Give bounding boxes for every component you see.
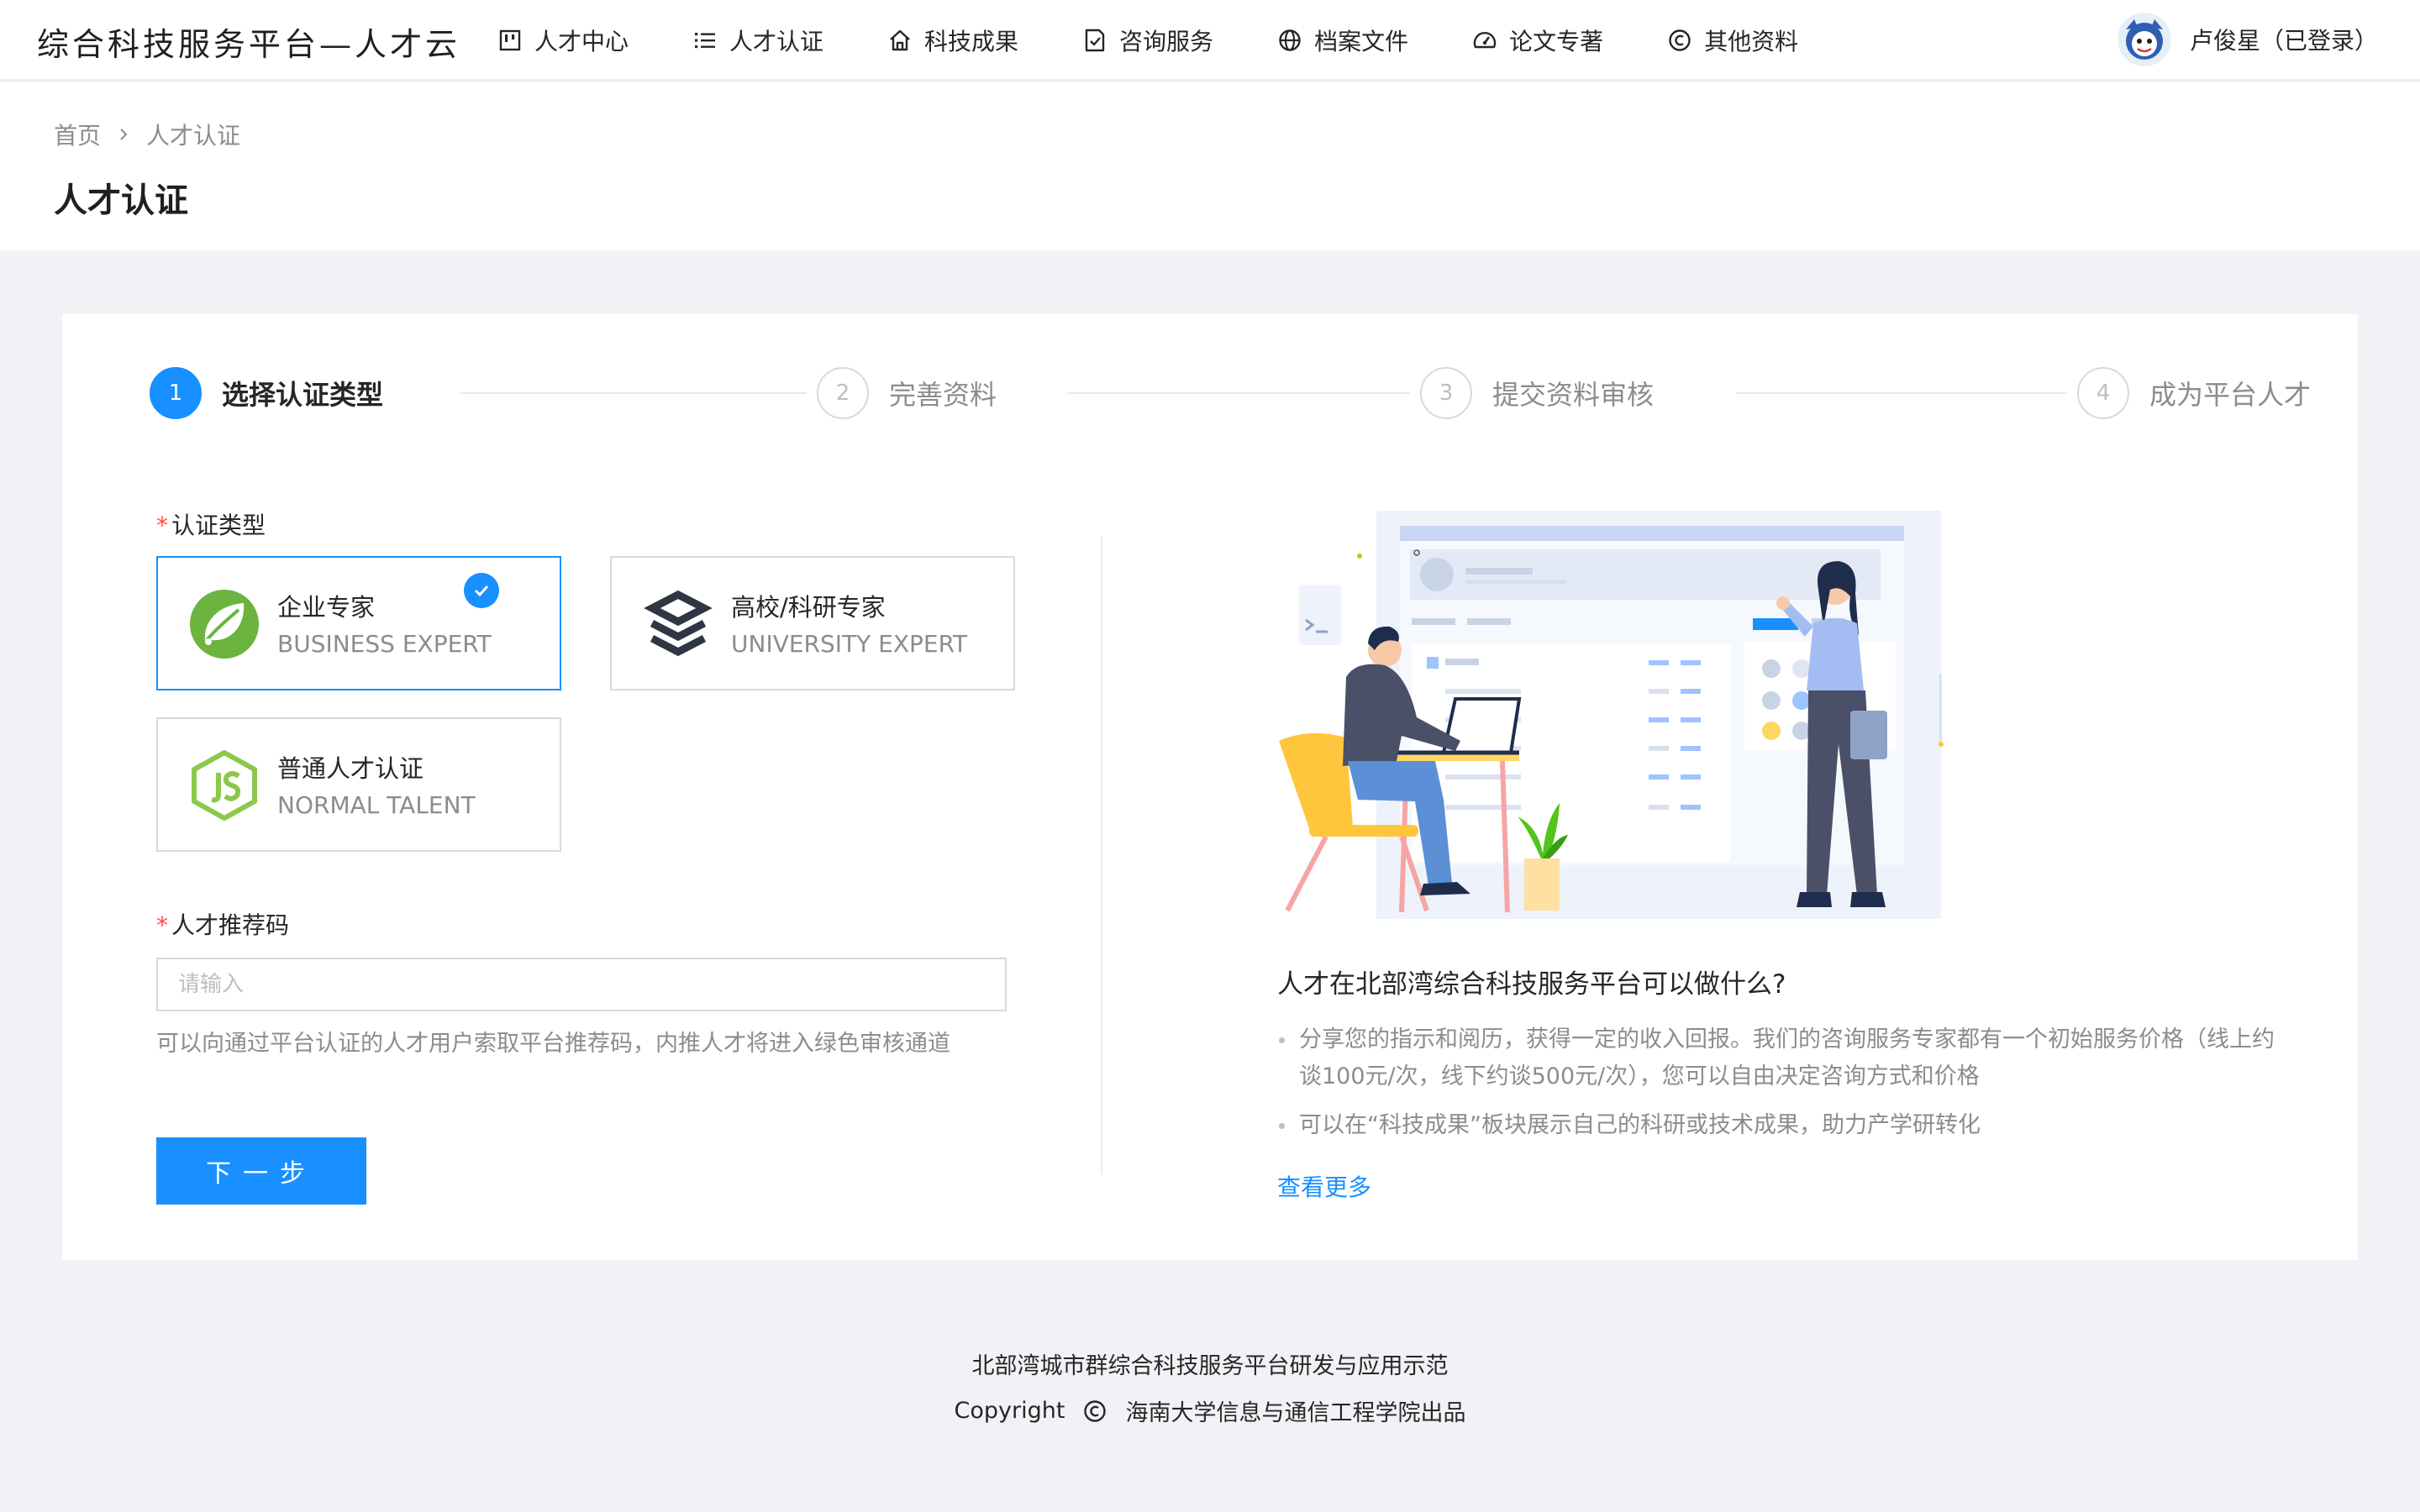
footer-project: 北部湾城市群综合科技服务平台研发与应用示范 — [971, 1353, 1449, 1379]
user-menu[interactable]: 卢俊星（已登录） — [2117, 12, 2378, 67]
nav-label: 科技成果 — [924, 28, 1019, 55]
info-title: 人才在北部湾综合科技服务平台可以做什么? — [1277, 969, 1786, 1000]
leaf-icon — [188, 588, 260, 660]
step-title: 选择认证类型 — [222, 379, 384, 411]
footer-copyright: Copyright 海南大学信息与通信工程学院出品 — [0, 1394, 2420, 1427]
step-1: 1 选择认证类型 — [150, 366, 404, 420]
nav-label: 论文专著 — [1509, 28, 1604, 55]
main-nav: 人才中心 人才认证 科技成果 咨询服务 档案文件 论文专著 其他资料 — [497, 0, 1798, 81]
globe-icon — [1277, 28, 1302, 53]
code-hint: 可以向通过平台认证的人才用户索取平台推荐码，内推人才将进入绿色审核通道 — [156, 1031, 950, 1057]
home-icon — [887, 28, 913, 53]
nav-label: 其他资料 — [1704, 28, 1799, 55]
breadcrumb: 首页 人才认证 — [54, 118, 240, 151]
checklist-icon — [1082, 28, 1107, 53]
type-card-university-expert[interactable]: 高校/科研专家 UNIVERSITY EXPERT — [610, 556, 1015, 690]
info-item: 分享您的指示和阅历，获得一定的收入回报。我们的咨询服务专家都有一个初始服务价格（… — [1277, 1021, 2286, 1095]
nav-item-talent-center[interactable]: 人才中心 — [497, 0, 629, 81]
nav-item-papers[interactable]: 论文专著 — [1472, 0, 1603, 81]
step-number: 1 — [150, 367, 202, 419]
step-number: 2 — [817, 367, 869, 419]
step-connector — [1736, 392, 2123, 394]
required-mark: * — [156, 911, 168, 939]
step-title: 完善资料 — [889, 379, 997, 411]
view-more-link[interactable]: 查看更多 — [1277, 1169, 1371, 1203]
nav-item-talent-cert[interactable]: 人才认证 — [692, 0, 823, 81]
info-list: 分享您的指示和阅历，获得一定的收入回报。我们的咨询服务专家都有一个初始服务价格（… — [1277, 1021, 2286, 1156]
top-navbar: 综合科技服务平台—人才云 人才中心 人才认证 科技成果 咨询服务 档案文件 论文… — [0, 0, 2420, 81]
vertical-divider — [1101, 536, 1102, 1174]
step-title: 成为平台人才 — [2149, 379, 2312, 411]
chevron-right-icon — [118, 127, 129, 142]
steps: 1 选择认证类型 2 完善资料 3 提交资料审核 4 成为平台人才 — [150, 366, 2360, 420]
copyright-text: Copyright — [954, 1398, 1065, 1424]
type-title: 企业专家 — [277, 593, 376, 622]
type-subtitle: BUSINESS EXPERT — [277, 630, 492, 658]
nav-item-achievements[interactable]: 科技成果 — [887, 0, 1018, 81]
next-button[interactable]: 下一步 — [156, 1137, 366, 1205]
footer-org: 海南大学信息与通信工程学院出品 — [1125, 1400, 1466, 1426]
nav-item-other[interactable]: 其他资料 — [1667, 0, 1798, 81]
type-label: * 认证类型 — [156, 512, 266, 539]
user-name: 卢俊星（已登录） — [2189, 27, 2378, 55]
page-title: 人才认证 — [54, 181, 188, 220]
nav-label: 人才中心 — [534, 28, 629, 55]
step-number: 4 — [2077, 367, 2129, 419]
step-2: 2 完善资料 — [807, 366, 1018, 420]
nav-label: 档案文件 — [1314, 28, 1409, 55]
step-3: 3 提交资料审核 — [1410, 366, 1675, 420]
step-title: 提交资料审核 — [1492, 379, 1655, 411]
referral-code-input[interactable] — [156, 958, 1007, 1011]
page-header: 首页 人才认证 人才认证 — [0, 82, 2420, 250]
illustration — [1276, 509, 2015, 929]
type-title: 高校/科研专家 — [731, 593, 886, 622]
required-mark: * — [156, 512, 168, 539]
nav-item-consulting[interactable]: 咨询服务 — [1082, 0, 1213, 81]
step-connector — [1067, 392, 1462, 394]
info-item: 可以在“科技成果”板块展示自己的科研或技术成果，助力产学研转化 — [1277, 1107, 2286, 1144]
list-icon — [692, 28, 718, 53]
nav-item-archives[interactable]: 档案文件 — [1277, 0, 1408, 81]
check-icon — [464, 573, 499, 608]
breadcrumb-home[interactable]: 首页 — [54, 118, 101, 151]
board-icon — [497, 28, 523, 53]
step-number: 3 — [1420, 367, 1472, 419]
nav-label: 咨询服务 — [1119, 28, 1214, 55]
code-label: * 人才推荐码 — [156, 911, 290, 939]
copyright-icon — [1667, 28, 1692, 53]
main-card: 1 选择认证类型 2 完善资料 3 提交资料审核 4 成为平台人才 *认证类型 — [62, 314, 2358, 1260]
user-avatar[interactable] — [2117, 13, 2171, 66]
dashboard-icon — [1472, 28, 1497, 53]
js-hexagon-icon — [188, 749, 260, 822]
type-card-normal-talent[interactable]: 普通人才认证 NORMAL TALENT — [156, 717, 561, 852]
step-connector — [460, 392, 813, 394]
nav-label: 人才认证 — [729, 28, 824, 55]
type-subtitle: UNIVERSITY EXPERT — [731, 630, 968, 658]
type-card-business-expert[interactable]: 企业专家 BUSINESS EXPERT — [156, 556, 561, 690]
type-title: 普通人才认证 — [277, 754, 424, 783]
layers-icon — [642, 588, 714, 660]
breadcrumb-current: 人才认证 — [146, 122, 241, 150]
site-logo[interactable]: 综合科技服务平台—人才云 — [37, 18, 460, 65]
step-4: 4 成为平台人才 — [2067, 366, 2312, 420]
type-subtitle: NORMAL TALENT — [277, 791, 476, 819]
copyright-icon — [1083, 1399, 1107, 1423]
